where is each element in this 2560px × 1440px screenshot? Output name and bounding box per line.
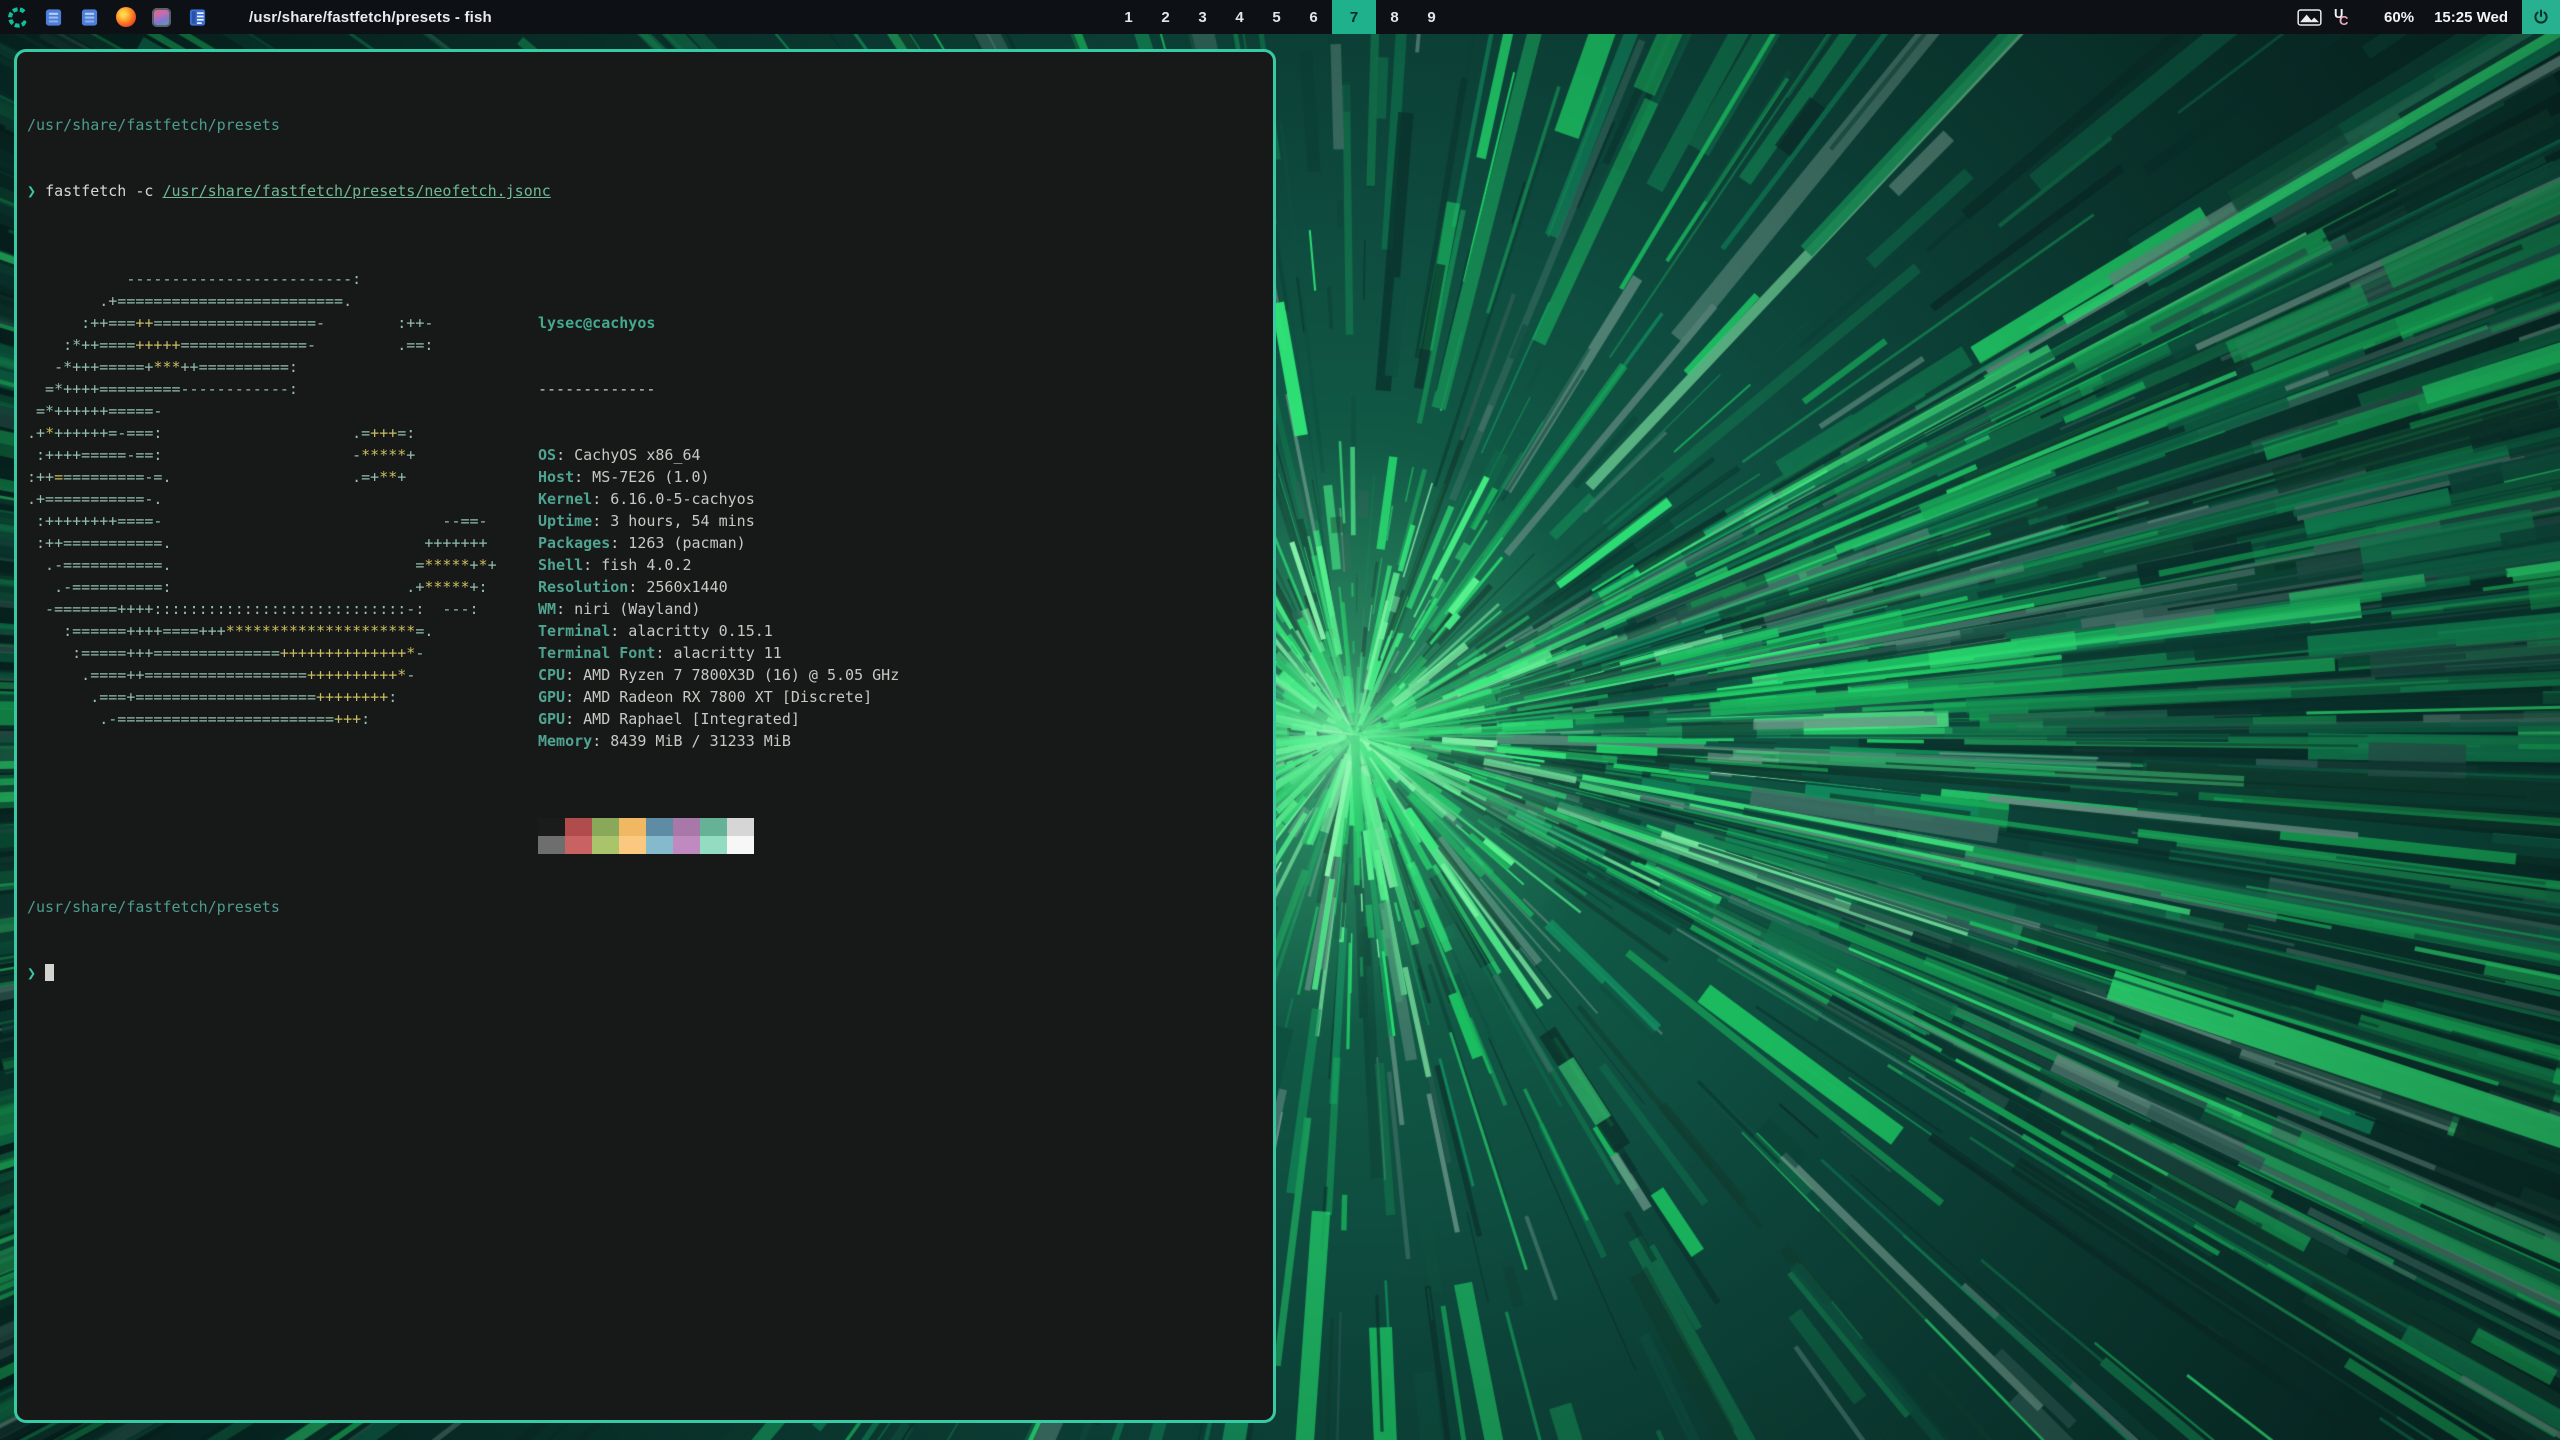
power-button[interactable] xyxy=(2522,0,2560,34)
palette-color-swatch xyxy=(538,836,565,854)
fetch-entry: GPU: AMD Radeon RX 7800 XT [Discrete] xyxy=(538,686,899,708)
terminal-color-palette xyxy=(538,818,899,854)
cwd-line: /usr/share/fastfetch/presets xyxy=(27,896,1261,918)
fetch-entry: Terminal: alacritty 0.15.1 xyxy=(538,620,899,642)
fetch-entry: Host: MS-7E26 (1.0) xyxy=(538,466,899,488)
text-cursor xyxy=(45,964,54,981)
workspace-8[interactable]: 8 xyxy=(1376,0,1413,34)
command-line: ❯ fastfetch -c /usr/share/fastfetch/pres… xyxy=(27,180,1261,202)
palette-color-swatch xyxy=(619,836,646,854)
command-argument: /usr/share/fastfetch/presets/neofetch.js… xyxy=(162,182,550,200)
percentage-indicator: 60% xyxy=(2384,9,2414,26)
system-tray: UC 60% 15:25 Wed xyxy=(2296,0,2560,34)
palette-color-swatch xyxy=(700,818,727,836)
app-grid-icon[interactable] xyxy=(151,7,172,28)
palette-color-swatch xyxy=(538,818,565,836)
text-editor-icon[interactable] xyxy=(187,7,208,28)
focused-window-title: /usr/share/fastfetch/presets - fish xyxy=(249,9,492,26)
cachyos-logo-icon[interactable] xyxy=(7,7,28,28)
fetch-entries: OS: CachyOS x86_64Host: MS-7E26 (1.0)Ker… xyxy=(538,444,899,752)
fetch-entry: OS: CachyOS x86_64 xyxy=(538,444,899,466)
fetch-entry: Resolution: 2560x1440 xyxy=(538,576,899,598)
prompt-line[interactable]: ❯ xyxy=(27,962,1261,984)
workspace-3[interactable]: 3 xyxy=(1184,0,1221,34)
palette-color-swatch xyxy=(700,836,727,854)
firefox-icon[interactable] xyxy=(115,7,136,28)
fetch-separator: ------------- xyxy=(538,378,899,400)
fetch-entry: WM: niri (Wayland) xyxy=(538,598,899,620)
workspace-5[interactable]: 5 xyxy=(1258,0,1295,34)
workspace-9[interactable]: 9 xyxy=(1413,0,1450,34)
fetch-entry: Uptime: 3 hours, 54 mins xyxy=(538,510,899,532)
palette-color-swatch xyxy=(565,818,592,836)
palette-color-swatch xyxy=(592,836,619,854)
system-info: lysec@cachyos ------------- OS: CachyOS … xyxy=(538,268,899,898)
file-manager-icon[interactable] xyxy=(79,7,100,28)
alacritty-terminal-window[interactable]: /usr/share/fastfetch/presets ❯ fastfetch… xyxy=(14,49,1276,1423)
palette-row xyxy=(538,836,899,854)
workspace-1[interactable]: 1 xyxy=(1110,0,1147,34)
workspace-switcher: 123456789 xyxy=(1110,0,1450,34)
palette-color-swatch xyxy=(646,818,673,836)
cachyos-ascii-logo: -------------------------: .+===========… xyxy=(27,268,497,730)
fetch-entry: Terminal Font: alacritty 11 xyxy=(538,642,899,664)
palette-color-swatch xyxy=(619,818,646,836)
taskbar-launchers: /usr/share/fastfetch/presets - fish xyxy=(0,0,492,34)
fetch-entry: Shell: fish 4.0.2 xyxy=(538,554,899,576)
fetch-user-host: lysec@cachyos xyxy=(538,312,899,334)
workspace-2[interactable]: 2 xyxy=(1147,0,1184,34)
fetch-entry: CPU: AMD Ryzen 7 7800X3D (16) @ 5.05 GHz xyxy=(538,664,899,686)
fastfetch-output: -------------------------: .+===========… xyxy=(27,268,1261,730)
palette-row xyxy=(538,818,899,836)
palette-color-swatch xyxy=(727,836,754,854)
palette-color-swatch xyxy=(565,836,592,854)
image-tray-icon[interactable] xyxy=(2296,7,2322,28)
fetch-entry: Memory: 8439 MiB / 31233 MiB xyxy=(538,730,899,752)
palette-color-swatch xyxy=(592,818,619,836)
workspace-7[interactable]: 7 xyxy=(1332,0,1376,34)
top-bar: /usr/share/fastfetch/presets - fish 1234… xyxy=(0,0,2560,34)
uc-tray-icon[interactable]: UC xyxy=(2332,7,2352,27)
fetch-entry: Kernel: 6.16.0-5-cachyos xyxy=(538,488,899,510)
palette-color-swatch xyxy=(646,836,673,854)
cwd-line: /usr/share/fastfetch/presets xyxy=(27,114,1261,136)
workspace-4[interactable]: 4 xyxy=(1221,0,1258,34)
power-icon xyxy=(2533,9,2549,25)
fetch-entry: Packages: 1263 (pacman) xyxy=(538,532,899,554)
palette-color-swatch xyxy=(673,818,700,836)
clock: 15:25 Wed xyxy=(2434,9,2508,26)
palette-color-swatch xyxy=(727,818,754,836)
palette-color-swatch xyxy=(673,836,700,854)
fetch-entry: GPU: AMD Raphael [Integrated] xyxy=(538,708,899,730)
file-manager-icon[interactable] xyxy=(43,7,64,28)
workspace-6[interactable]: 6 xyxy=(1295,0,1332,34)
